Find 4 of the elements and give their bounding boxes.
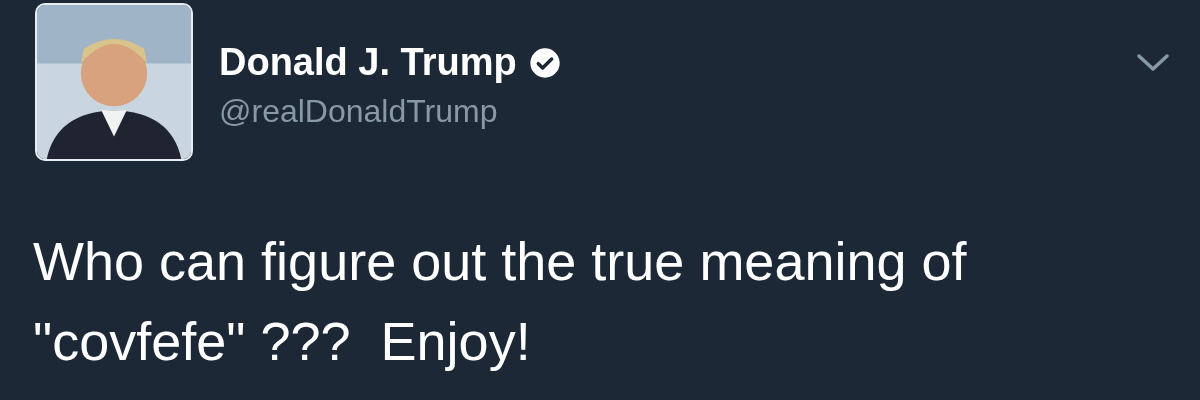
chevron-down-icon[interactable] <box>1136 53 1170 73</box>
tweet-text: Who can figure out the true meaning of "covfefe" ??? Enjoy! <box>32 230 968 373</box>
author-name[interactable]: Donald J. Trump <box>219 39 517 87</box>
author-handle[interactable]: @realDonaldTrump <box>219 90 561 131</box>
